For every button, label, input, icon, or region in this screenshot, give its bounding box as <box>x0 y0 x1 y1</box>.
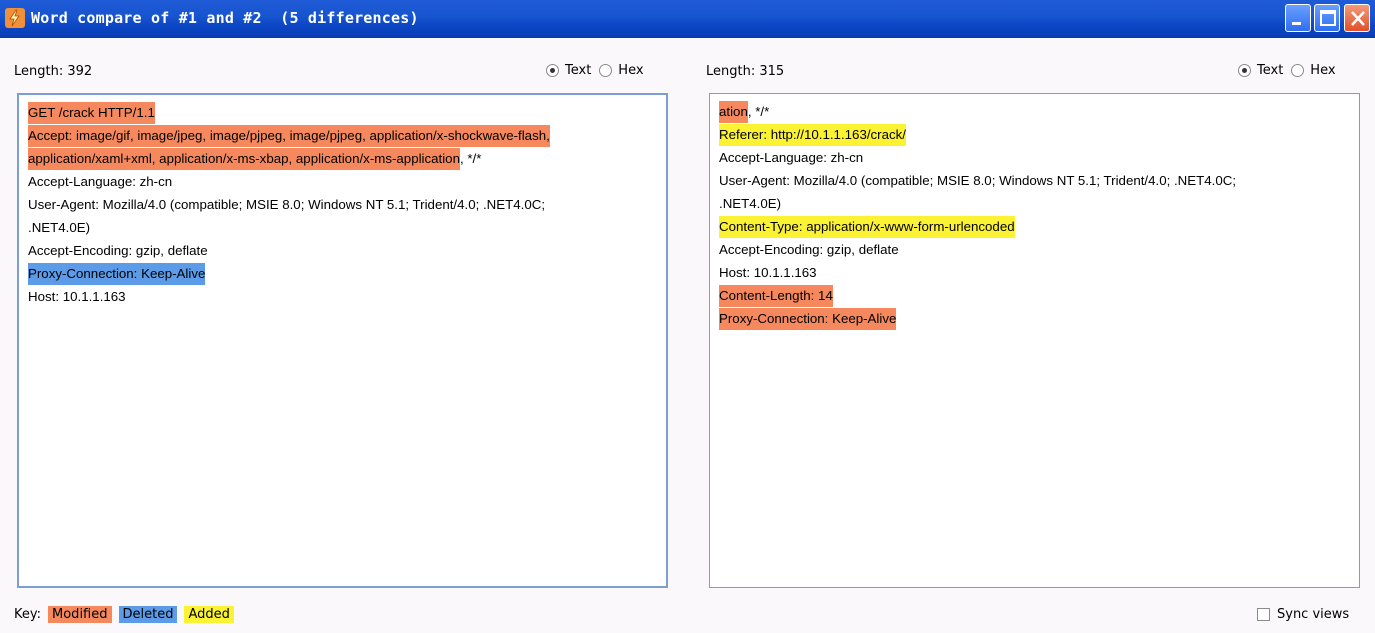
modified-segment: Proxy-Connection: Keep-Alive <box>719 308 897 330</box>
modified-segment: Accept: image/gif, image/jpeg, image/pjp… <box>28 125 550 147</box>
text-line: GET /crack HTTP/1.1 <box>28 101 550 124</box>
text-segment: User-Agent: Mozilla/4.0 (compatible; MSI… <box>28 197 546 212</box>
left-length-label: Length: 392 <box>14 64 93 79</box>
close-button[interactable] <box>1344 4 1370 32</box>
right-text-radio[interactable] <box>1238 64 1251 77</box>
modified-segment: application/xaml+xml, application/x-ms-x… <box>28 148 460 170</box>
right-length-label: Length: 315 <box>706 64 785 79</box>
text-line: Accept-Encoding: gzip, deflate <box>719 238 1236 261</box>
title-bar[interactable]: Word compare of #1 and #2 (5 differences… <box>0 0 1375 38</box>
legend: Key: Modified Deleted Added <box>14 606 234 623</box>
modified-segment: ation <box>719 101 748 123</box>
sync-views-checkbox[interactable] <box>1257 608 1270 621</box>
sync-views-label: Sync views <box>1277 607 1350 622</box>
text-line: User-Agent: Mozilla/4.0 (compatible; MSI… <box>719 169 1236 192</box>
window-title: Word compare of #1 and #2 (5 differences… <box>31 9 419 27</box>
text-segment: Accept-Language: zh-cn <box>28 174 173 189</box>
text-line: Accept-Language: zh-cn <box>719 146 1236 169</box>
text-line: Accept-Language: zh-cn <box>28 170 550 193</box>
left-hex-radio[interactable] <box>599 64 613 77</box>
text-segment: , */* <box>747 104 770 119</box>
right-hex-radio-label: Hex <box>1310 63 1336 78</box>
modified-segment: GET /crack HTTP/1.1 <box>28 102 155 124</box>
text-line: ation, */* <box>719 100 1236 123</box>
text-line: .NET4.0E) <box>719 192 1236 215</box>
sync-views[interactable]: Sync views <box>1257 607 1349 622</box>
key-label: Key: <box>14 607 42 622</box>
text-line: Content-Type: application/x-www-form-url… <box>719 215 1236 238</box>
key-deleted: Deleted <box>118 606 178 623</box>
text-line: Accept: image/gif, image/jpeg, image/pjp… <box>28 124 550 147</box>
left-text-view[interactable]: GET /crack HTTP/1.1 Accept: image/gif, im… <box>17 93 668 588</box>
text-line: Proxy-Connection: Keep-Alive <box>28 262 550 285</box>
text-segment: Host: 10.1.1.163 <box>28 289 126 304</box>
right-view-mode: Text Hex <box>1230 63 1336 78</box>
deleted-segment: Proxy-Connection: Keep-Alive <box>28 263 206 285</box>
left-text-radio-label: Text <box>565 63 592 78</box>
modified-segment: Content-Length: 14 <box>719 285 833 307</box>
text-line: .NET4.0E) <box>28 216 550 239</box>
text-line: Referer: http://10.1.1.163/crack/ <box>719 123 1236 146</box>
maximize-button[interactable] <box>1314 4 1340 32</box>
left-hex-radio-label: Hex <box>618 63 644 78</box>
text-segment: Accept-Encoding: gzip, deflate <box>28 243 208 258</box>
lightning-icon <box>5 8 25 28</box>
left-lines: GET /crack HTTP/1.1 Accept: image/gif, im… <box>28 101 550 308</box>
right-text-view[interactable]: ation, */* Referer: http://10.1.1.163/cra… <box>709 93 1360 588</box>
left-text-radio[interactable] <box>546 64 559 77</box>
right-text-radio-label: Text <box>1257 63 1284 78</box>
text-line: User-Agent: Mozilla/4.0 (compatible; MSI… <box>28 193 550 216</box>
text-line: Proxy-Connection: Keep-Alive <box>719 307 1236 330</box>
text-segment: Host: 10.1.1.163 <box>719 265 817 280</box>
text-line: Host: 10.1.1.163 <box>719 261 1236 284</box>
text-line: Host: 10.1.1.163 <box>28 285 550 308</box>
text-line: Accept-Encoding: gzip, deflate <box>28 239 550 262</box>
key-added: Added <box>184 606 234 623</box>
right-hex-radio[interactable] <box>1291 64 1305 77</box>
text-segment: .NET4.0E) <box>719 196 782 211</box>
text-segment: Accept-Language: zh-cn <box>719 150 864 165</box>
text-segment: Accept-Encoding: gzip, deflate <box>719 242 899 257</box>
key-modified: Modified <box>48 606 112 623</box>
text-segment: .NET4.0E) <box>28 220 91 235</box>
right-lines: ation, */* Referer: http://10.1.1.163/cra… <box>719 100 1236 330</box>
text-line: application/xaml+xml, application/x-ms-x… <box>28 147 550 170</box>
minimize-button[interactable] <box>1285 4 1311 32</box>
text-segment: User-Agent: Mozilla/4.0 (compatible; MSI… <box>719 173 1237 188</box>
text-segment: , */* <box>459 151 482 166</box>
left-view-mode: Text Hex <box>538 63 644 78</box>
added-segment: Referer: http://10.1.1.163/crack/ <box>719 124 906 146</box>
added-segment: Content-Type: application/x-www-form-url… <box>719 216 1015 238</box>
text-line: Content-Length: 14 <box>719 284 1236 307</box>
